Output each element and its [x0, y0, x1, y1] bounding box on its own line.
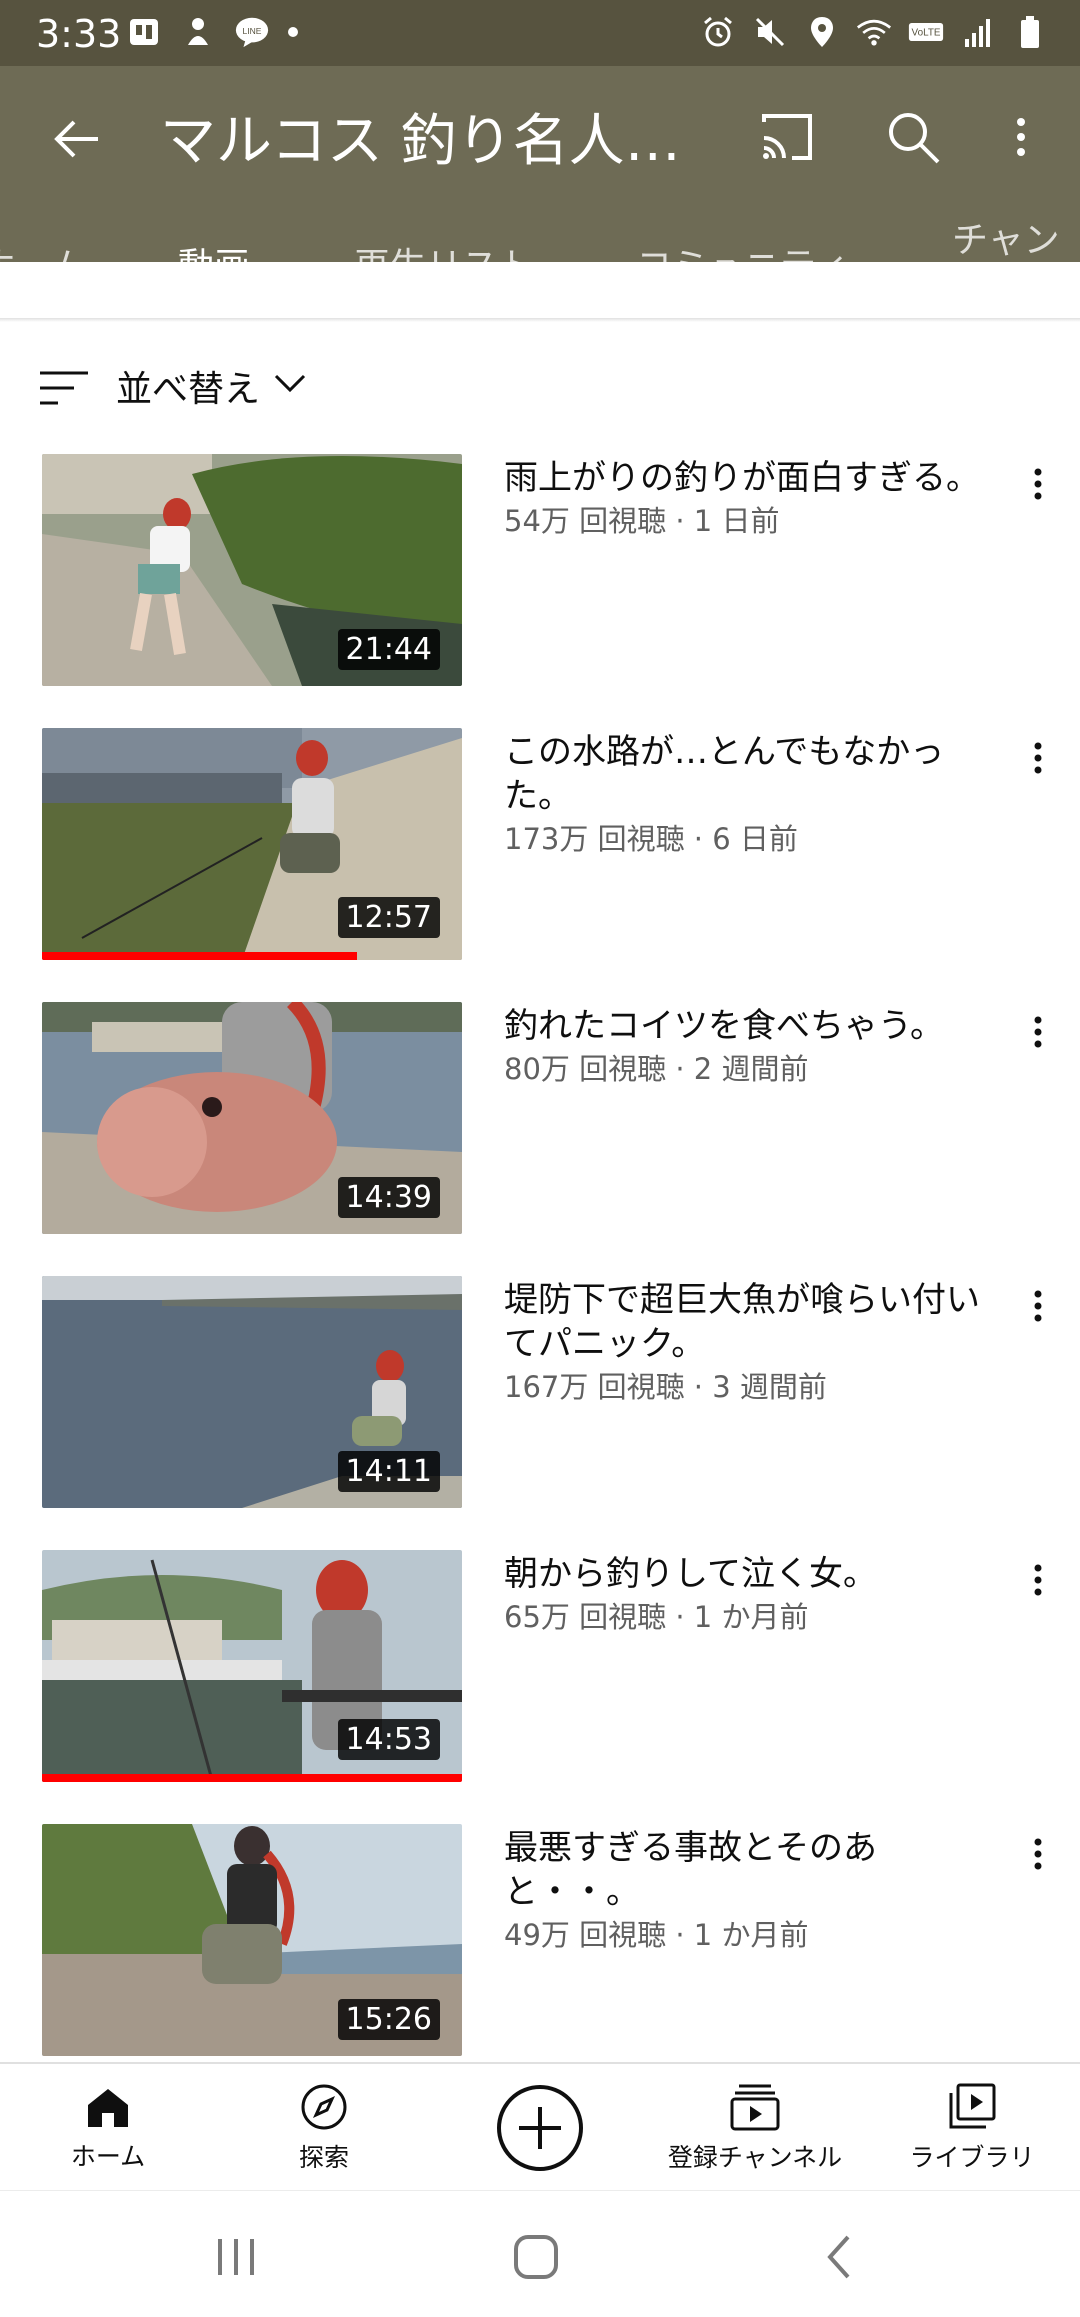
app-notification-icon	[180, 14, 216, 50]
video-duration: 14:39	[337, 1177, 440, 1218]
video-item[interactable]: 21:44 雨上がりの釣りが面白すぎる。 54万 回視聴 · 1 日前	[0, 454, 1080, 728]
video-duration: 14:11	[337, 1451, 440, 1492]
nav-library[interactable]: ライブラリ	[900, 2064, 1044, 2192]
explore-icon	[301, 2084, 347, 2130]
video-title[interactable]: 朝から釣りして泣く女。	[504, 1552, 1004, 1596]
video-item[interactable]: 15:26 最悪すぎる事故とそのあと・・。 49万 回視聴 · 1 か月前	[0, 1824, 1080, 2098]
video-title[interactable]: 雨上がりの釣りが面白すぎる。	[504, 456, 1004, 500]
status-bar: 3:33 LINE VoLTE	[0, 0, 1080, 66]
video-item[interactable]: 14:11 堤防下で超巨大魚が喰らい付いてパニック。 167万 回視聴 · 3 …	[0, 1276, 1080, 1550]
video-meta: 54万 回視聴 · 1 日前	[504, 504, 780, 538]
subscriptions-icon	[730, 2084, 780, 2131]
location-icon	[804, 14, 840, 50]
sort-button[interactable]: 並べ替え	[116, 360, 260, 412]
nav-home[interactable]: ホーム	[38, 2064, 178, 2192]
line-app-icon: LINE	[234, 14, 270, 50]
cast-icon[interactable]	[752, 102, 822, 172]
more-notifications-dot	[288, 27, 298, 37]
system-navigation-bar	[0, 2190, 1080, 2317]
tab-videos[interactable]: 動画	[178, 214, 250, 312]
video-thumbnail[interactable]: 12:57	[42, 728, 462, 960]
video-thumbnail[interactable]: 14:39	[42, 1002, 462, 1234]
video-title[interactable]: この水路が…とんでもなかった。	[504, 730, 1004, 818]
mute-icon	[752, 14, 788, 50]
nav-subscriptions[interactable]: 登録チャンネル	[660, 2064, 850, 2192]
home-icon	[88, 2089, 128, 2127]
video-meta: 65万 回視聴 · 1 か月前	[504, 1600, 809, 1634]
tab-home[interactable]: ホーム	[0, 214, 87, 312]
status-time: 3:33	[36, 12, 122, 56]
sort-icon[interactable]	[38, 368, 90, 408]
channel-tabs: ホーム 動画 再生リスト コミュニティ チャンネ	[0, 214, 1080, 313]
channel-title: マルコス 釣り名人への…	[160, 109, 720, 174]
tab-playlists[interactable]: 再生リスト	[354, 214, 534, 312]
video-duration: 21:44	[337, 629, 440, 670]
calendar-notification-icon	[126, 14, 162, 50]
video-duration: 12:57	[337, 897, 440, 938]
video-more-icon[interactable]	[1020, 1280, 1056, 1340]
video-title[interactable]: 釣れたコイツを食べちゃう。	[504, 1004, 1004, 1048]
search-icon[interactable]	[878, 102, 948, 172]
video-duration: 15:26	[337, 1999, 440, 2040]
video-thumbnail[interactable]: 14:11	[42, 1276, 462, 1508]
nav-label: 登録チャンネル	[667, 2143, 843, 2172]
video-duration: 14:53	[337, 1719, 440, 1760]
video-meta: 80万 回視聴 · 2 週間前	[504, 1052, 809, 1086]
video-item[interactable]: 14:39 釣れたコイツを食べちゃう。 80万 回視聴 · 2 週間前	[0, 1002, 1080, 1276]
video-more-icon[interactable]	[1020, 1554, 1056, 1614]
create-icon	[497, 2085, 583, 2171]
home-system-icon[interactable]	[506, 2227, 566, 2287]
volte-icon: VoLTE	[908, 14, 944, 50]
svg-text:VoLTE: VoLTE	[912, 28, 941, 39]
notification-icons: LINE	[126, 14, 298, 50]
bottom-navigation: ホーム 探索 登録チャンネル ライブラリ	[0, 2062, 1080, 2192]
tab-channels[interactable]: チャンネ	[952, 214, 1080, 313]
video-thumbnail[interactable]: 14:53	[42, 1550, 462, 1782]
video-meta: 167万 回視聴 · 3 週間前	[504, 1370, 827, 1404]
more-options-icon[interactable]	[996, 102, 1046, 172]
watch-progress-bar	[42, 1774, 462, 1782]
video-more-icon[interactable]	[1020, 732, 1056, 792]
video-meta: 173万 回視聴 · 6 日前	[504, 822, 798, 856]
video-item[interactable]: 12:57 この水路が…とんでもなかった。 173万 回視聴 · 6 日前	[0, 728, 1080, 1002]
video-title[interactable]: 最悪すぎる事故とそのあと・・。	[504, 1826, 1004, 1914]
wifi-icon	[856, 14, 892, 50]
chevron-down-icon[interactable]	[270, 368, 310, 398]
tab-community[interactable]: コミュニティ	[636, 214, 850, 312]
battery-icon	[1012, 14, 1048, 50]
alarm-icon	[700, 14, 736, 50]
library-icon	[949, 2083, 996, 2129]
back-system-icon[interactable]	[810, 2227, 870, 2287]
video-more-icon[interactable]	[1020, 1828, 1056, 1888]
svg-text:LINE: LINE	[243, 26, 262, 36]
back-arrow-icon[interactable]	[44, 104, 114, 174]
header-divider	[0, 318, 1080, 322]
nav-label: ホーム	[70, 2142, 146, 2171]
video-more-icon[interactable]	[1020, 1006, 1056, 1066]
video-thumbnail[interactable]: 15:26	[42, 1824, 462, 2056]
recent-apps-icon[interactable]	[206, 2227, 266, 2287]
signal-icon	[960, 14, 996, 50]
nav-label: 探索	[298, 2143, 349, 2172]
video-title[interactable]: 堤防下で超巨大魚が喰らい付いてパニック。	[504, 1278, 1004, 1366]
video-item[interactable]: 14:53 朝から釣りして泣く女。 65万 回視聴 · 1 か月前	[0, 1550, 1080, 1824]
create-button[interactable]	[482, 2064, 598, 2192]
nav-label: ライブラリ	[909, 2143, 1035, 2172]
system-status-icons: VoLTE	[700, 14, 1048, 50]
watch-progress-bar	[42, 952, 357, 960]
video-more-icon[interactable]	[1020, 458, 1056, 518]
nav-explore[interactable]: 探索	[254, 2064, 394, 2192]
video-meta: 49万 回視聴 · 1 か月前	[504, 1918, 809, 1952]
video-thumbnail[interactable]: 21:44	[42, 454, 462, 686]
